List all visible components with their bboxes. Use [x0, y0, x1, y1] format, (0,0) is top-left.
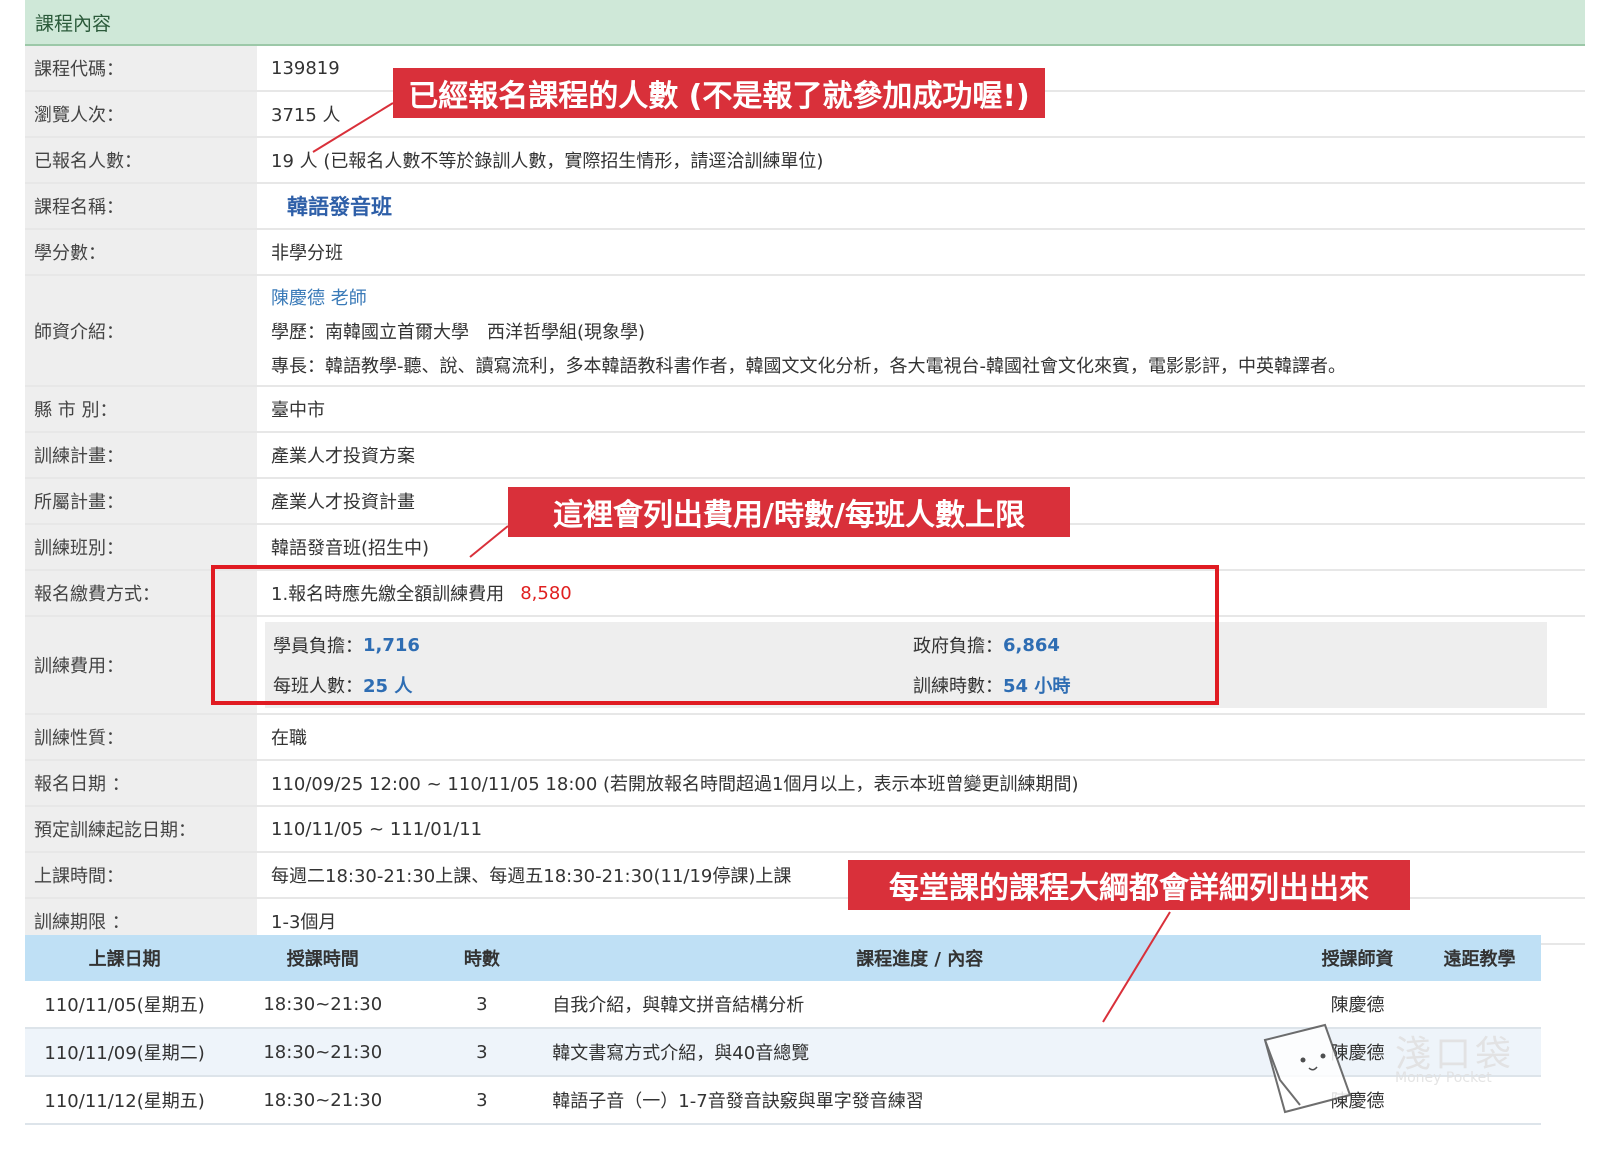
watermark-logo: 淺口袋 Money Pocket [1255, 1020, 1525, 1120]
annotation-fees: 這裡會列出費用/時數/每班人數上限 [508, 487, 1070, 537]
watermark-subtitle: Money Pocket [1395, 1070, 1492, 1086]
fee-pointer-line [469, 525, 509, 558]
annotation-outline: 每堂課的課程大綱都會詳細列出出來 [848, 860, 1410, 910]
outline-pointer-line [1102, 911, 1171, 1023]
annotation-signup-count: 已經報名課程的人數 (不是報了就參加成功喔!) [393, 68, 1045, 118]
annotation-lines [312, 102, 1171, 1023]
pocket-mascot-icon [1263, 1023, 1352, 1114]
signup-pointer-line [312, 102, 394, 153]
